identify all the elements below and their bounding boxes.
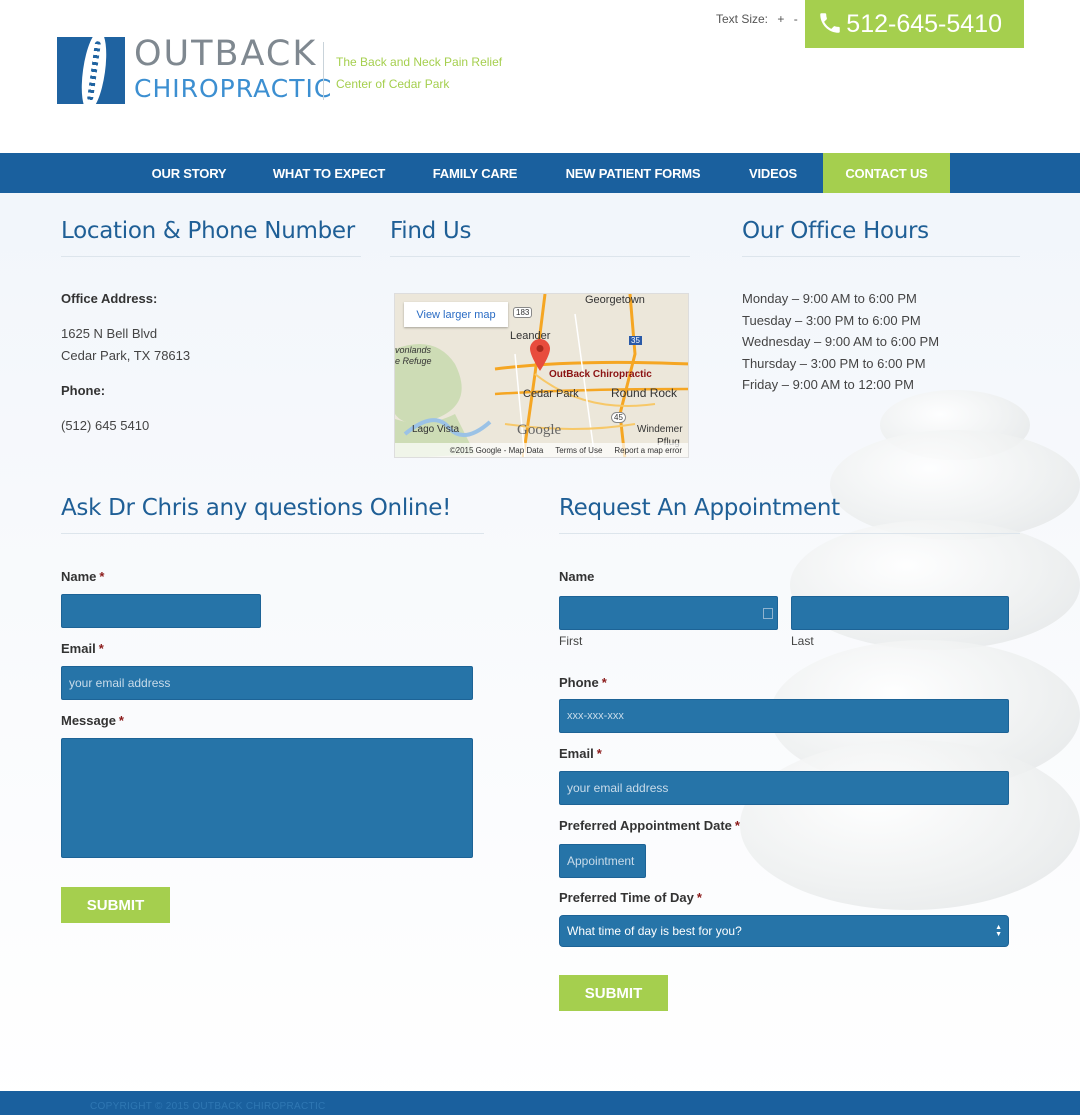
site-header: OUTBACK CHIROPRACTIC The Back and Neck P… <box>0 0 1080 153</box>
required-mark: * <box>596 746 602 761</box>
logo-spine-icon[interactable] <box>57 37 125 104</box>
required-mark: * <box>118 713 124 728</box>
required-mark: * <box>601 675 607 690</box>
map-label-refuge: e Refuge <box>395 356 432 366</box>
site-footer: COPYRIGHT © 2015 OUTBACK CHIROPRACTIC <box>0 1091 1080 1115</box>
map-marker-icon[interactable] <box>530 339 550 371</box>
map-road-45: 45 <box>611 412 626 423</box>
q-email-label: Email * <box>61 641 104 656</box>
find-us-title: Find Us <box>390 218 472 244</box>
office-address: 1625 N Bell Blvd Cedar Park, TX 78613 <box>61 323 190 367</box>
hours-wednesday: Wednesday – 9:00 AM to 6:00 PM <box>742 334 940 349</box>
nav-item-new-patient-forms[interactable]: NEW PATIENT FORMS <box>553 153 713 193</box>
hours-tuesday: Tuesday – 3:00 PM to 6:00 PM <box>742 312 921 328</box>
view-larger-map-link[interactable]: View larger map <box>404 302 508 327</box>
map-label-cedar-park: Cedar Park <box>523 388 579 400</box>
a-email-label: Email * <box>559 746 602 761</box>
hours-divider <box>742 256 1020 257</box>
map-footer: ©2015 Google - Map Data Terms of Use Rep… <box>395 443 688 457</box>
address-line1: 1625 N Bell Blvd <box>61 326 158 341</box>
office-address-label: Office Address: <box>61 291 158 306</box>
text-size-decrease-button[interactable]: - <box>794 12 798 26</box>
q-email-input[interactable]: your email address <box>61 666 473 700</box>
header-phone-button[interactable]: 512-645-5410 <box>805 0 1024 48</box>
map-terms-link[interactable]: Terms of Use <box>555 446 602 455</box>
a-email-input[interactable]: your email address <box>559 771 1009 805</box>
a-date-input[interactable]: Appointment <box>559 844 646 878</box>
nav-item-videos[interactable]: VIDEOS <box>738 153 808 193</box>
text-size-label: Text Size: <box>716 12 769 26</box>
q-message-label: Message * <box>61 713 124 728</box>
required-mark: * <box>99 569 105 584</box>
question-form-title: Ask Dr Chris any questions Online! <box>61 495 452 521</box>
a-time-label: Preferred Time of Day * <box>559 890 702 905</box>
hours-monday: Monday – 9:00 AM to 6:00 PM <box>742 291 917 306</box>
a-date-label: Preferred Appointment Date * <box>559 818 740 833</box>
location-title: Location & Phone Number <box>61 218 355 244</box>
tagline-line2: Center of Cedar Park <box>336 77 450 91</box>
hours-list: Monday – 9:00 AM to 6:00 PM Tuesday – 3:… <box>742 288 939 396</box>
nav-item-what-to-expect[interactable]: WHAT TO EXPECT <box>262 153 396 193</box>
q-name-label: Name * <box>61 569 105 584</box>
map-label-lago-vista: Lago Vista <box>412 424 460 435</box>
map-road-183: 183 <box>513 307 533 318</box>
select-arrows-icon: ▲ ▼ <box>995 924 1002 938</box>
a-first-sublabel: First <box>559 634 583 648</box>
main-nav: OUR STORY WHAT TO EXPECT FAMILY CARE NEW… <box>0 153 1080 193</box>
hours-friday: Friday – 9:00 AM to 12:00 PM <box>742 377 914 392</box>
hours-thursday: Thursday – 3:00 PM to 6:00 PM <box>742 355 926 371</box>
find-us-divider <box>390 256 690 257</box>
map-label-balcones: vonlands <box>395 345 432 355</box>
logo-name-chiropractic[interactable]: CHIROPRACTIC <box>134 74 332 103</box>
a-submit-button[interactable]: SUBMIT <box>559 975 668 1011</box>
phone-icon <box>820 13 840 33</box>
appointment-form-divider <box>559 533 1020 534</box>
office-phone[interactable]: (512) 645 5410 <box>61 415 149 437</box>
hours-title: Our Office Hours <box>742 218 929 244</box>
a-time-select[interactable]: What time of day is best for you? ▲ ▼ <box>559 915 1009 947</box>
text-size-increase-button[interactable]: + <box>777 12 784 26</box>
map-marker-label: OutBack Chiropractic <box>549 369 652 380</box>
q-message-textarea[interactable] <box>61 738 473 858</box>
appointment-form-title: Request An Appointment <box>559 495 840 521</box>
map-label-georgetown: Georgetown <box>585 294 645 306</box>
logo-name-outback[interactable]: OUTBACK <box>134 34 317 74</box>
question-form-divider <box>61 533 484 534</box>
a-last-name-input[interactable] <box>791 596 1009 630</box>
header-phone-number: 512-645-5410 <box>846 9 1002 38</box>
autofill-icon <box>763 607 773 619</box>
a-time-selected: What time of day is best for you? <box>567 924 742 938</box>
google-logo: Google <box>517 422 562 438</box>
phone-label: Phone: <box>61 383 106 398</box>
nav-item-family-care[interactable]: FAMILY CARE <box>420 153 530 193</box>
a-first-name-input[interactable] <box>559 596 778 630</box>
map-label-windemer: Windemer <box>637 424 683 435</box>
map-label-round-rock: Round Rock <box>611 386 678 400</box>
tagline-line1: The Back and Neck Pain Relief <box>336 55 503 69</box>
tagline: The Back and Neck Pain Relief Center of … <box>336 51 536 95</box>
required-mark: * <box>98 641 104 656</box>
q-submit-button[interactable]: SUBMIT <box>61 887 170 923</box>
google-map[interactable]: View larger map Georgetown Leander Cedar… <box>394 293 689 458</box>
address-line2: Cedar Park, TX 78613 <box>61 348 191 363</box>
required-mark: * <box>734 818 740 833</box>
required-mark: * <box>696 890 702 905</box>
nav-item-our-story[interactable]: OUR STORY <box>138 153 240 193</box>
location-divider <box>61 256 361 257</box>
nav-item-contact-us[interactable]: CONTACT US <box>823 153 950 193</box>
text-size-control: Text Size: + - <box>716 12 798 26</box>
map-report-link[interactable]: Report a map error <box>614 446 682 455</box>
a-name-label: Name <box>559 569 595 584</box>
a-phone-input[interactable]: xxx-xxx-xxx <box>559 699 1009 733</box>
a-last-sublabel: Last <box>791 634 814 648</box>
footer-copyright: COPYRIGHT © 2015 OUTBACK CHIROPRACTIC <box>90 1101 326 1112</box>
map-copyright: ©2015 Google - Map Data <box>449 445 544 455</box>
map-road-35: 35 <box>629 336 642 345</box>
a-phone-label: Phone * <box>559 675 607 690</box>
q-name-input[interactable] <box>61 594 261 628</box>
logo-divider <box>323 42 324 100</box>
